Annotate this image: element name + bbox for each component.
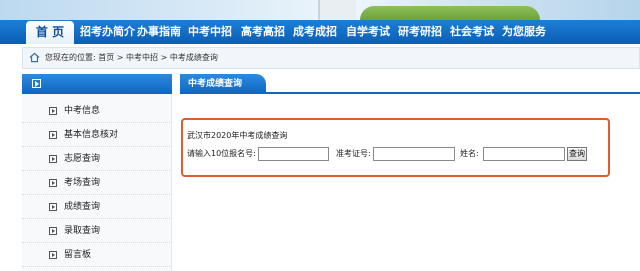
registration-number-input[interactable] <box>258 147 329 161</box>
nav-item-home[interactable]: 首 页 <box>26 21 74 44</box>
banner-building <box>318 0 356 20</box>
sidebar: 中考信息 基本信息核对 志愿查询 考场查询 成绩查询 录取查询 留言板 <box>22 94 172 271</box>
nav-item-guide[interactable]: 办事指南 <box>137 20 181 44</box>
main-nav: 首 页 招考办简介 办事指南 中考中招 高考高招 成考成招 自学考试 研考研招 … <box>0 20 640 44</box>
form-title: 武汉市2020年中考成绩查询 <box>187 131 288 140</box>
sidebar-item-scores[interactable]: 成绩查询 <box>22 195 172 219</box>
bullet-icon <box>49 203 57 211</box>
sidebar-item-label: 志愿查询 <box>64 154 101 164</box>
content-tabbar: 中考成绩查询 <box>180 74 640 94</box>
sidebar-item-admission[interactable]: 录取查询 <box>22 219 172 243</box>
sidebar-item-label: 成绩查询 <box>64 202 101 212</box>
nav-item-adult-exam[interactable]: 成考成招 <box>293 20 337 44</box>
bullet-icon <box>49 155 57 163</box>
sidebar-item-label: 留言板 <box>64 250 92 260</box>
sidebar-item-preference[interactable]: 志愿查询 <box>22 147 172 171</box>
name-label: 姓名: <box>460 149 479 158</box>
bullet-icon <box>49 179 57 187</box>
nav-item-college-exam[interactable]: 高考高招 <box>241 20 285 44</box>
sidebar-item-label: 考场查询 <box>64 178 101 188</box>
tab-score-query[interactable]: 中考成绩查询 <box>180 74 266 94</box>
sidebar-item-message-board[interactable]: 留言板 <box>22 243 172 267</box>
bullet-icon <box>49 251 57 259</box>
sidebar-item-exam-room[interactable]: 考场查询 <box>22 171 172 195</box>
sidebar-item-exam-info[interactable]: 中考信息 <box>22 99 172 123</box>
query-button[interactable]: 查询 <box>567 147 587 161</box>
sidebar-item-label: 基本信息核对 <box>64 130 119 140</box>
ticket-number-input[interactable] <box>373 147 455 161</box>
bullet-icon <box>49 107 57 115</box>
nav-item-services[interactable]: 为您服务 <box>502 20 546 44</box>
ticket-number-label: 准考证号: <box>336 149 371 158</box>
header-banner <box>0 0 640 20</box>
name-input[interactable] <box>483 147 565 161</box>
breadcrumb-text: 您现在的位置: 首页 > 中考中招 > 中考成绩查询 <box>45 53 218 62</box>
nav-item-social-exam[interactable]: 社会考试 <box>450 20 494 44</box>
nav-item-self-study[interactable]: 自学考试 <box>346 20 390 44</box>
banner-landscape <box>360 6 540 20</box>
sidebar-header <box>22 74 172 94</box>
registration-number-label: 请输入10位报名号: <box>187 149 256 158</box>
breadcrumb: 您现在的位置: 首页 > 中考中招 > 中考成绩查询 <box>22 47 640 69</box>
nav-item-postgrad[interactable]: 研考研招 <box>398 20 442 44</box>
nav-item-middle-school[interactable]: 中考中招 <box>188 20 232 44</box>
bullet-icon <box>49 227 57 235</box>
play-icon <box>32 79 41 88</box>
home-icon <box>29 52 40 63</box>
sidebar-item-info-check[interactable]: 基本信息核对 <box>22 123 172 147</box>
bullet-icon <box>49 131 57 139</box>
sidebar-item-label: 录取查询 <box>64 226 101 236</box>
sidebar-item-label: 中考信息 <box>64 106 101 116</box>
nav-item-about[interactable]: 招考办简介 <box>80 20 135 44</box>
